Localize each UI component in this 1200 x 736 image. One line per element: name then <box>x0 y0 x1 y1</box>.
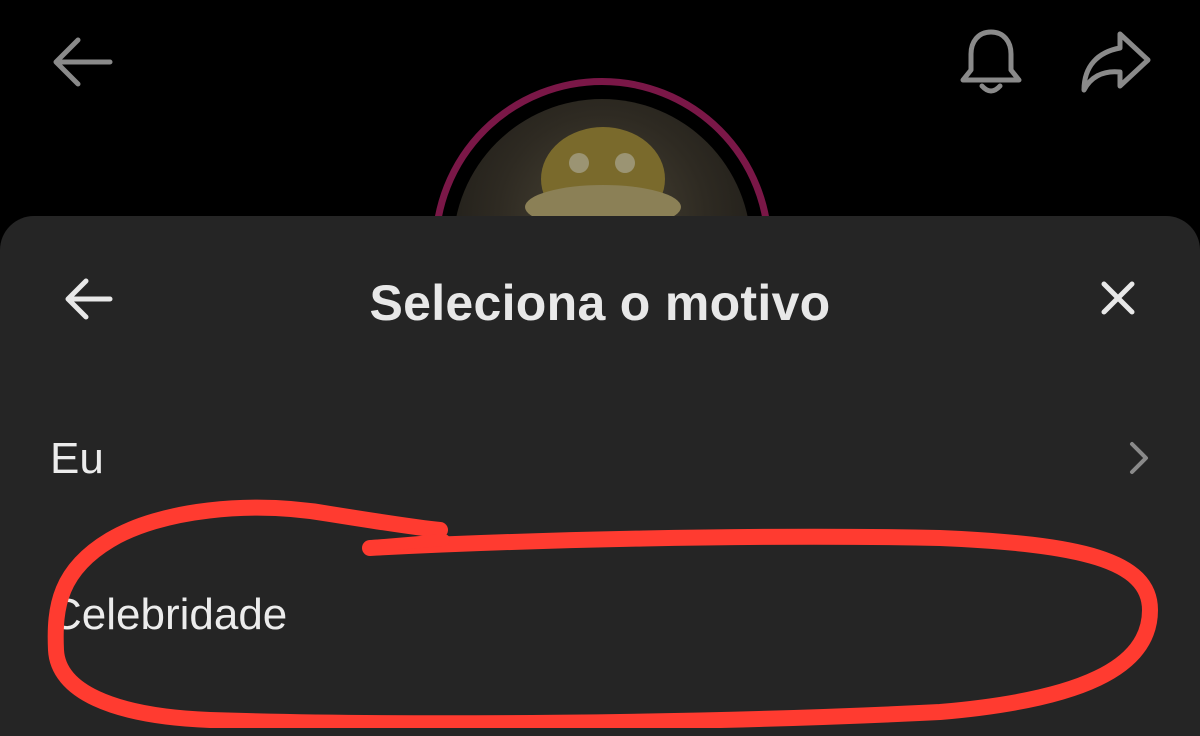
back-arrow-icon[interactable] <box>48 32 118 92</box>
sheet-title: Seleciona o motivo <box>369 275 831 331</box>
share-icon[interactable] <box>1076 26 1156 98</box>
option-label: Celebridade <box>50 590 288 639</box>
close-icon[interactable] <box>1098 278 1138 318</box>
reason-option-eu[interactable]: Eu <box>0 396 1200 516</box>
reason-option-celebridade[interactable]: Celebridade <box>0 552 1200 672</box>
report-reason-sheet: Seleciona o motivo Eu Celebridade <box>0 216 1200 736</box>
chevron-right-icon <box>1124 438 1154 478</box>
option-label: Eu <box>50 434 104 483</box>
bell-icon[interactable] <box>956 26 1026 98</box>
